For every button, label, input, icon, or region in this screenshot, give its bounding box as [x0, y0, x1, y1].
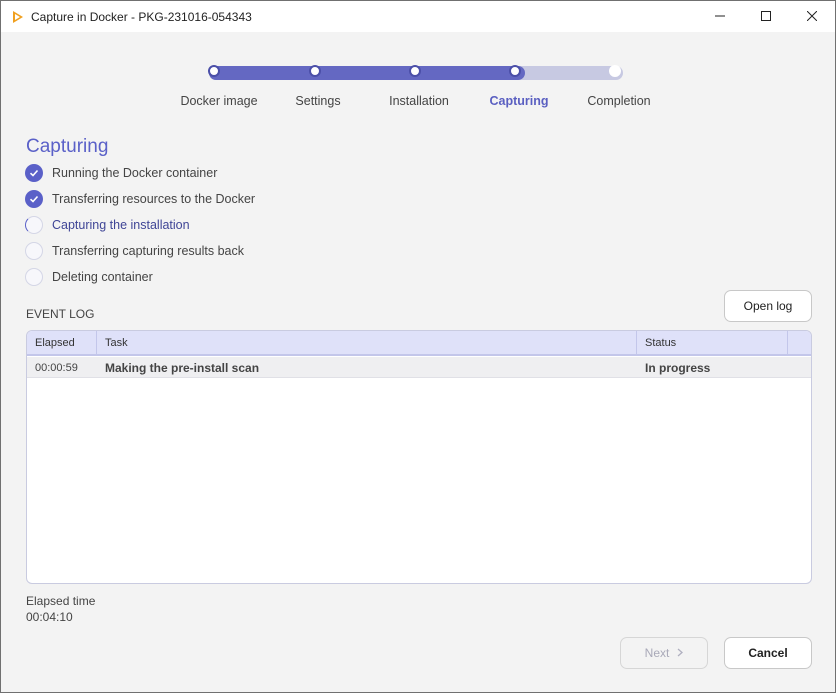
task-label: Deleting container — [52, 270, 153, 284]
task-item-running-container: Running the Docker container — [25, 163, 425, 183]
task-item-transferring-results: Transferring capturing results back — [25, 241, 425, 261]
capture-window: Capture in Docker - PKG-231016-054343 Do… — [0, 0, 836, 693]
step-dot-capturing — [509, 65, 521, 77]
cell-elapsed: 00:00:59 — [35, 361, 78, 374]
column-header-task[interactable]: Task — [97, 331, 637, 355]
open-log-button[interactable]: Open log — [724, 290, 812, 322]
step-dot-settings — [309, 65, 321, 77]
task-item-transferring-resources: Transferring resources to the Docker — [25, 189, 425, 209]
close-icon — [806, 10, 818, 24]
pending-circle-icon — [25, 242, 43, 260]
wizard-stepper: Docker image Settings Installation Captu… — [1, 61, 835, 121]
next-button[interactable]: Next — [620, 637, 708, 669]
event-log-heading: EVENT LOG — [26, 307, 95, 321]
step-label-docker-image: Docker image — [180, 94, 258, 108]
minimize-icon — [715, 10, 725, 24]
minimize-button[interactable] — [697, 1, 743, 32]
column-header-elapsed[interactable]: Elapsed — [27, 331, 97, 355]
cell-status: In progress — [645, 360, 711, 375]
maximize-button[interactable] — [743, 1, 789, 32]
stepper-progress — [209, 66, 525, 80]
task-item-capturing-installation: Capturing the installation — [25, 215, 425, 235]
page-title: Capturing — [26, 136, 109, 157]
task-label: Running the Docker container — [52, 166, 218, 180]
cell-task: Making the pre-install scan — [105, 360, 260, 375]
step-label-completion: Completion — [587, 94, 651, 108]
task-item-deleting-container: Deleting container — [25, 267, 425, 287]
app-logo-icon — [10, 9, 26, 25]
column-header-status[interactable]: Status — [637, 331, 788, 355]
chevron-right-icon — [677, 646, 684, 660]
step-label-installation: Installation — [389, 94, 449, 108]
title-bar: Capture in Docker - PKG-231016-054343 — [1, 1, 835, 32]
cancel-button[interactable]: Cancel — [724, 637, 812, 669]
progress-spinner-icon — [25, 216, 43, 234]
check-icon — [25, 164, 43, 182]
maximize-icon — [761, 10, 771, 24]
elapsed-time-label: Elapsed time — [26, 594, 96, 608]
event-log-grid[interactable]: Elapsed Task Status 00:00:59 Making the … — [26, 330, 812, 584]
task-label: Transferring capturing results back — [52, 244, 244, 258]
task-label: Capturing the installation — [52, 218, 190, 232]
table-row[interactable]: 00:00:59 Making the pre-install scan In … — [27, 357, 811, 378]
step-label-capturing: Capturing — [489, 94, 549, 108]
next-button-label: Next — [644, 646, 670, 660]
pending-circle-icon — [25, 268, 43, 286]
step-dot-installation — [409, 65, 421, 77]
task-label: Transferring resources to the Docker — [52, 192, 256, 206]
close-button[interactable] — [789, 1, 835, 32]
elapsed-time-value: 00:04:10 — [26, 610, 73, 624]
grid-header: Elapsed Task Status — [27, 331, 811, 356]
window-title: Capture in Docker - PKG-231016-054343 — [31, 10, 252, 24]
check-icon — [25, 190, 43, 208]
step-dot-docker-image — [208, 65, 220, 77]
step-label-settings: Settings — [295, 94, 341, 108]
step-dot-completion — [609, 65, 621, 77]
